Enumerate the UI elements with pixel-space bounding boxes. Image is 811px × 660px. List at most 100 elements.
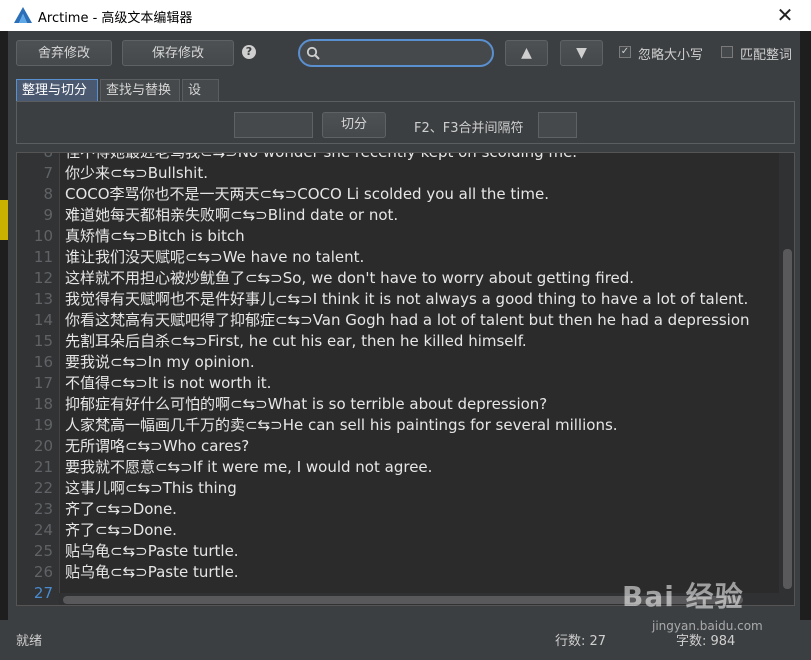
editor-line[interactable]: 21 要我就不愿意⊂⇆⊃If it were me, I would not ag…	[17, 457, 777, 478]
line-number: 13	[33, 290, 53, 308]
watermark-url: jingyan.baidu.com	[652, 619, 763, 633]
editor-line[interactable]: 20 无所谓咯⊂⇆⊃Who cares?	[17, 436, 777, 457]
separator-label: F2、F3合并间隔符	[414, 121, 524, 136]
editor-line[interactable]: 11 谁让我们没天赋呢⊂⇆⊃We have no talent.	[17, 247, 777, 268]
search-box[interactable]	[298, 39, 494, 67]
line-number: 22	[33, 479, 53, 497]
editor-line[interactable]: 13 我觉得有天赋啊也不是件好事儿⊂⇆⊃I think it is not alw…	[17, 289, 777, 310]
save-changes-button[interactable]: 保存修改	[122, 40, 234, 66]
editor-window: Arctime - 高级文本编辑器 ✕ 舍弃修改 保存修改 ? ▲ ▼ ✓ 忽略…	[0, 0, 811, 660]
match-word-checkbox[interactable]	[721, 46, 733, 58]
editor-line[interactable]: 24 齐了⊂⇆⊃Done.	[17, 520, 777, 541]
watermark-brand: Bai 经验	[622, 580, 744, 613]
line-text[interactable]: 先割耳朵后自杀⊂⇆⊃First, he cut his ear, then he…	[65, 331, 527, 352]
line-text[interactable]: 不值得⊂⇆⊃It is not worth it.	[65, 373, 271, 394]
line-number: 23	[33, 500, 53, 518]
line-number: 8	[43, 185, 53, 203]
match-word-label: 匹配整词	[740, 48, 793, 63]
background-yellow-block	[0, 200, 8, 240]
line-number: 26	[33, 563, 53, 581]
editor-line[interactable]: 15 先割耳朵后自杀⊂⇆⊃First, he cut his ear, then …	[17, 331, 777, 352]
editor-line[interactable]: 19 人家梵高一幅画几千万的卖⊂⇆⊃He can sell his paintin…	[17, 415, 777, 436]
find-previous-button[interactable]: ▲	[505, 40, 548, 66]
editor-line[interactable]: 8 COCO李骂你也不是一天两天⊂⇆⊃COCO Li scolded you al…	[17, 184, 777, 205]
editor-line[interactable]: 25 贴乌龟⊂⇆⊃Paste turtle.	[17, 541, 777, 562]
line-text[interactable]: 贴乌龟⊂⇆⊃Paste turtle.	[65, 541, 239, 562]
line-number: 24	[33, 521, 53, 539]
editor-lines[interactable]: 8 怪不得她最近老骂我⊂⇆⊃No wonder she recently kept…	[17, 152, 777, 604]
find-next-button[interactable]: ▼	[560, 40, 603, 66]
editor-line[interactable]: 7 你少来⊂⇆⊃Bullshit.	[17, 163, 777, 184]
line-number: 12	[33, 269, 53, 287]
line-number: 27	[33, 584, 53, 602]
split-button[interactable]: 切分	[322, 112, 386, 138]
close-icon[interactable]: ✕	[770, 3, 800, 27]
line-text[interactable]: 齐了⊂⇆⊃Done.	[65, 520, 177, 541]
line-text[interactable]: 人家梵高一幅画几千万的卖⊂⇆⊃He can sell his paintings…	[65, 415, 618, 436]
line-number: 16	[33, 353, 53, 371]
text-editor[interactable]: 8 怪不得她最近老骂我⊂⇆⊃No wonder she recently kept…	[16, 152, 795, 606]
line-number: 8	[43, 152, 53, 161]
line-number: 14	[33, 311, 53, 329]
editor-line[interactable]: 18 抑郁症有好什么可怕的啊⊂⇆⊃What is so terrible abou…	[17, 394, 777, 415]
split-char-input[interactable]	[234, 112, 313, 138]
editor-line[interactable]: 14 你看这梵高有天赋吧得了抑郁症⊂⇆⊃Van Gogh had a lot of…	[17, 310, 777, 331]
line-count: 行数: 27	[555, 634, 607, 649]
line-text[interactable]: 齐了⊂⇆⊃Done.	[65, 499, 177, 520]
line-text[interactable]: 要我说⊂⇆⊃In my opinion.	[65, 352, 255, 373]
line-number: 18	[33, 395, 53, 413]
editor-line[interactable]: 22 这事儿啊⊂⇆⊃This thing	[17, 478, 777, 499]
editor-line[interactable]: 16 要我说⊂⇆⊃In my opinion.	[17, 352, 777, 373]
line-text[interactable]: 这事儿啊⊂⇆⊃This thing	[65, 478, 237, 499]
line-text[interactable]: COCO李骂你也不是一天两天⊂⇆⊃COCO Li scolded you all…	[65, 184, 549, 205]
editor-line[interactable]: 8 怪不得她最近老骂我⊂⇆⊃No wonder she recently kept…	[17, 152, 777, 163]
line-text[interactable]: 抑郁症有好什么可怕的啊⊂⇆⊃What is so terrible about …	[65, 394, 547, 415]
editor-line[interactable]: 23 齐了⊂⇆⊃Done.	[17, 499, 777, 520]
background-left-strip	[0, 31, 8, 660]
tab-find-replace[interactable]: 查找与替换	[100, 79, 180, 101]
tab-settings[interactable]: 设置	[182, 79, 219, 120]
line-number: 19	[33, 416, 53, 434]
line-number: 21	[33, 458, 53, 476]
ignore-case-label: 忽略大小写	[638, 48, 704, 63]
vertical-scrollbar[interactable]	[779, 153, 794, 605]
vertical-scroll-thumb[interactable]	[783, 249, 792, 589]
line-text[interactable]: 真矫情⊂⇆⊃Bitch is bitch	[65, 226, 245, 247]
editor-line[interactable]: 17 不值得⊂⇆⊃It is not worth it.	[17, 373, 777, 394]
tab-tidy-split[interactable]: 整理与切分	[16, 79, 98, 101]
editor-line[interactable]: 10 真矫情⊂⇆⊃Bitch is bitch	[17, 226, 777, 247]
editor-line[interactable]: 12 这样就不用担心被炒鱿鱼了⊂⇆⊃So, we don't have to wo…	[17, 268, 777, 289]
search-icon	[306, 46, 320, 60]
line-number: 15	[33, 332, 53, 350]
line-text[interactable]: 这样就不用担心被炒鱿鱼了⊂⇆⊃So, we don't have to worr…	[65, 268, 634, 289]
search-input[interactable]	[326, 44, 490, 64]
window-title: Arctime - 高级文本编辑器	[38, 11, 193, 26]
line-number: 7	[43, 164, 53, 182]
line-number: 25	[33, 542, 53, 560]
arctime-logo-icon	[14, 7, 32, 23]
line-number: 9	[43, 206, 53, 224]
baidu-watermark: Bai 经验 jingyan.baidu.com	[622, 575, 772, 635]
title-bar: Arctime - 高级文本编辑器 ✕	[0, 0, 811, 31]
background-right-strip	[800, 31, 811, 660]
line-text[interactable]: 贴乌龟⊂⇆⊃Paste turtle.	[65, 562, 239, 583]
tab-panel	[16, 101, 795, 144]
line-text[interactable]: 谁让我们没天赋呢⊂⇆⊃We have no talent.	[65, 247, 364, 268]
line-text[interactable]: 要我就不愿意⊂⇆⊃If it were me, I would not agre…	[65, 457, 432, 478]
status-text: 就绪	[16, 634, 43, 649]
line-text[interactable]: 无所谓咯⊂⇆⊃Who cares?	[65, 436, 249, 457]
help-icon[interactable]: ?	[242, 45, 256, 59]
line-text[interactable]: 我觉得有天赋啊也不是件好事儿⊂⇆⊃I think it is not alway…	[65, 289, 748, 310]
line-number: 20	[33, 437, 53, 455]
ignore-case-checkbox[interactable]: ✓	[619, 46, 631, 58]
line-text[interactable]: 你看这梵高有天赋吧得了抑郁症⊂⇆⊃Van Gogh had a lot of t…	[65, 310, 750, 331]
line-number: 17	[33, 374, 53, 392]
line-text[interactable]: 难道她每天都相亲失败啊⊂⇆⊃Blind date or not.	[65, 205, 398, 226]
separator-input[interactable]	[538, 112, 577, 138]
discard-changes-button[interactable]: 舍弃修改	[16, 40, 112, 66]
editor-line[interactable]: 9 难道她每天都相亲失败啊⊂⇆⊃Blind date or not.	[17, 205, 777, 226]
line-text[interactable]: 你少来⊂⇆⊃Bullshit.	[65, 163, 208, 184]
line-text[interactable]: 怪不得她最近老骂我⊂⇆⊃No wonder she recently kept …	[65, 153, 577, 163]
line-number: 10	[33, 227, 53, 245]
line-number: 11	[33, 248, 53, 266]
